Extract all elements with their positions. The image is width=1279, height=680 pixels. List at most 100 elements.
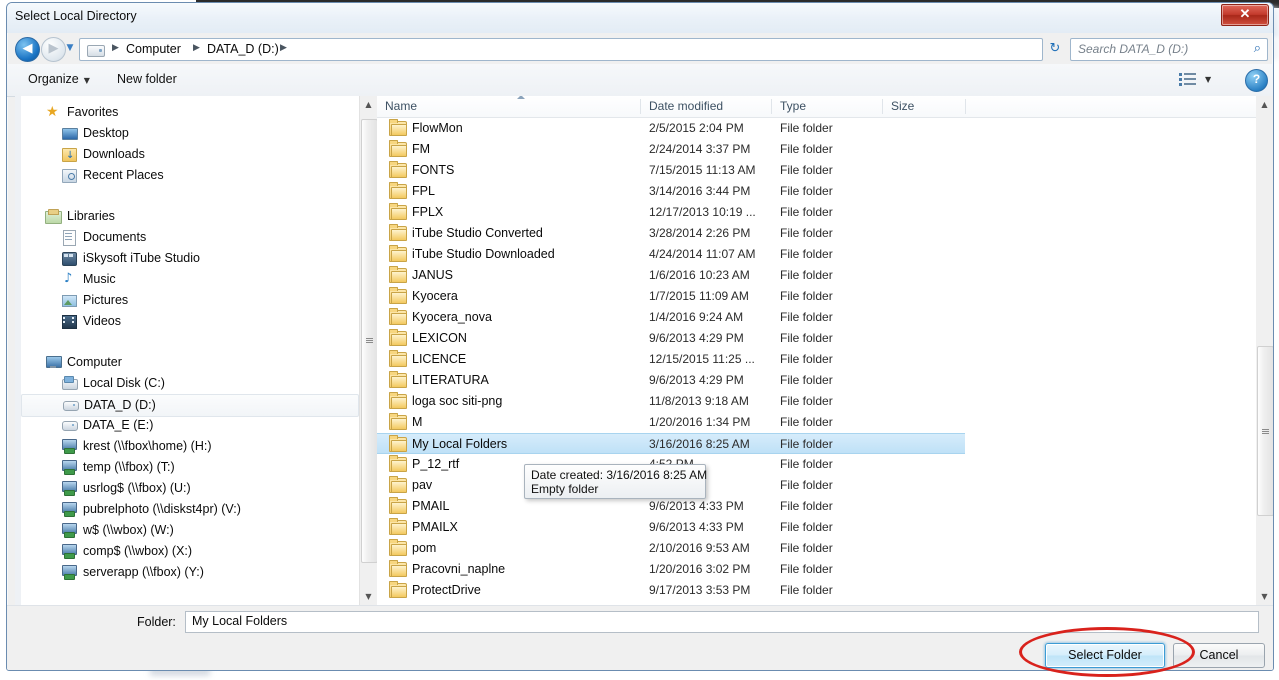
type-cell: File folder xyxy=(780,205,833,219)
sidebar-item-usrlog-fbox-u[interactable]: usrlog$ (\\fbox) (U:) xyxy=(21,478,359,499)
sidebar-item-temp-fbox-t[interactable]: temp (\\fbox) (T:) xyxy=(21,457,359,478)
table-row[interactable]: ProtectDrive9/17/2013 3:53 PMFile folder xyxy=(377,580,1256,601)
column-header-name[interactable]: Name xyxy=(385,99,417,113)
back-button[interactable]: ◀ xyxy=(15,37,40,62)
sidebar-scroll-up-arrow-icon[interactable]: ▲ xyxy=(360,96,377,113)
close-button[interactable]: ✕ xyxy=(1221,4,1269,26)
type-cell: File folder xyxy=(780,499,833,513)
file-name-cell: LITERATURA xyxy=(412,373,489,387)
sidebar-item-videos[interactable]: Videos xyxy=(21,311,359,332)
sidebar-item-iskysoft-itube-studio[interactable]: iSkysoft iTube Studio xyxy=(21,248,359,269)
sidebar-item-w-wbox-w[interactable]: w$ (\\wbox) (W:) xyxy=(21,520,359,541)
sidebar-group-libraries[interactable]: Libraries xyxy=(21,206,359,227)
view-mode-chevron-down-icon[interactable]: ▼ xyxy=(1205,75,1211,84)
sidebar-item-music[interactable]: ♪Music xyxy=(21,269,359,290)
help-button[interactable]: ? xyxy=(1245,69,1268,92)
date-modified-cell: 2/5/2015 2:04 PM xyxy=(649,121,744,135)
table-row[interactable]: PMAILX9/6/2013 4:33 PMFile folder xyxy=(377,517,1256,538)
sidebar-item-desktop[interactable]: Desktop xyxy=(21,123,359,144)
table-row[interactable]: P_12_rtf4:52 PMFile folder xyxy=(377,454,1256,475)
network-drive-icon xyxy=(61,543,77,559)
list-scroll-up-arrow-icon[interactable]: ▲ xyxy=(1256,96,1273,113)
sidebar-scrollbar[interactable]: ▲ ▼ xyxy=(359,96,377,605)
breadcrumb-separator-2[interactable]: ▶ xyxy=(280,43,287,53)
sidebar-item-comp-wbox-x[interactable]: comp$ (\\wbox) (X:) xyxy=(21,541,359,562)
table-row[interactable]: Kyocera_nova1/4/2016 9:24 AMFile folder xyxy=(377,307,1256,328)
refresh-icon[interactable]: ↻ xyxy=(1044,38,1066,59)
folder-icon xyxy=(389,499,405,512)
sidebar-scroll-down-arrow-icon[interactable]: ▼ xyxy=(360,588,377,605)
table-row[interactable]: FlowMon2/5/2015 2:04 PMFile folder xyxy=(377,118,1256,139)
recent-locations-chevron-down-icon[interactable]: ▼ xyxy=(64,43,76,53)
table-row[interactable]: LEXICON9/6/2013 4:29 PMFile folder xyxy=(377,328,1256,349)
cancel-button[interactable]: Cancel xyxy=(1173,643,1265,668)
sidebar-item-label: Documents xyxy=(83,230,146,244)
table-row[interactable]: M1/20/2016 1:34 PMFile folder xyxy=(377,412,1256,433)
sidebar-item-krest-fbox-home-h[interactable]: krest (\\fbox\home) (H:) xyxy=(21,436,359,457)
column-header-type[interactable]: Type xyxy=(780,99,806,113)
table-row[interactable]: iTube Studio Downloaded4/24/2014 11:07 A… xyxy=(377,244,1256,265)
date-modified-cell: 1/6/2016 10:23 AM xyxy=(649,268,750,282)
select-folder-button[interactable]: Select Folder xyxy=(1045,643,1165,668)
new-folder-button[interactable]: New folder xyxy=(117,72,177,86)
table-row[interactable]: Kyocera1/7/2015 11:09 AMFile folder xyxy=(377,286,1256,307)
table-row[interactable]: FPL3/14/2016 3:44 PMFile folder xyxy=(377,181,1256,202)
table-row[interactable]: FM2/24/2014 3:37 PMFile folder xyxy=(377,139,1256,160)
search-input[interactable]: Search DATA_D (D:) ⌕ xyxy=(1070,38,1268,61)
column-header-date-modified[interactable]: Date modified xyxy=(649,99,723,113)
table-row[interactable]: iTube Studio Converted3/28/2014 2:26 PMF… xyxy=(377,223,1256,244)
sidebar-group-computer[interactable]: Computer xyxy=(21,352,359,373)
table-row[interactable]: LITERATURA9/6/2013 4:29 PMFile folder xyxy=(377,370,1256,391)
list-scroll-down-arrow-icon[interactable]: ▼ xyxy=(1256,588,1273,605)
sidebar-scroll-grip xyxy=(366,338,373,343)
sidebar-item-recent-places[interactable]: Recent Places xyxy=(21,165,359,186)
sidebar-item-pictures[interactable]: Pictures xyxy=(21,290,359,311)
sidebar-item-label: temp (\\fbox) (T:) xyxy=(83,460,175,474)
sidebar-scroll-thumb[interactable] xyxy=(361,119,378,563)
table-row[interactable]: loga soc siti-png11/8/2013 9:18 AMFile f… xyxy=(377,391,1256,412)
breadcrumb-computer[interactable]: Computer xyxy=(126,42,181,56)
titlebar[interactable]: Select Local Directory ✕ xyxy=(7,3,1273,33)
table-row[interactable]: LICENCE12/15/2015 11:25 ...File folder xyxy=(377,349,1256,370)
organize-button[interactable]: Organize▼ xyxy=(24,70,96,92)
forward-button[interactable]: ▶ xyxy=(41,37,66,62)
sidebar-item-downloads[interactable]: ↓Downloads xyxy=(21,144,359,165)
sidebar-item-data-d-d[interactable]: DATA_D (D:) xyxy=(21,394,359,417)
table-row[interactable]: JANUS1/6/2016 10:23 AMFile folder xyxy=(377,265,1256,286)
date-modified-cell: 12/17/2013 10:19 ... xyxy=(649,205,756,219)
music-icon: ♪ xyxy=(61,271,77,287)
date-modified-cell: 1/4/2016 9:24 AM xyxy=(649,310,743,324)
table-row[interactable]: pav11:45 AMFile folder xyxy=(377,475,1256,496)
table-row[interactable]: Pracovni_naplne1/20/2016 3:02 PMFile fol… xyxy=(377,559,1256,580)
sidebar-item-data-e-e[interactable]: DATA_E (E:) xyxy=(21,415,359,436)
file-name-cell: pom xyxy=(412,541,436,555)
list-scroll-grip xyxy=(1262,429,1269,434)
network-drive-icon xyxy=(61,438,77,454)
sidebar-item-pubrelphoto-diskst4pr-v[interactable]: pubrelphoto (\\diskst4pr) (V:) xyxy=(21,499,359,520)
column-header-size[interactable]: Size xyxy=(891,99,914,113)
table-row[interactable]: PMAIL9/6/2013 4:33 PMFile folder xyxy=(377,496,1256,517)
sidebar-group-favorites[interactable]: ★Favorites xyxy=(21,102,359,123)
breadcrumb-separator-0[interactable]: ▶ xyxy=(112,43,119,53)
sidebar-item-local-disk-c[interactable]: Local Disk (C:) xyxy=(21,373,359,394)
list-scroll-thumb[interactable] xyxy=(1257,346,1274,516)
table-row[interactable]: FPLX12/17/2013 10:19 ...File folder xyxy=(377,202,1256,223)
date-modified-cell: 1/20/2016 1:34 PM xyxy=(649,415,750,429)
breadcrumb-data-d[interactable]: DATA_D (D:) xyxy=(207,42,279,56)
table-row[interactable]: My Local Folders3/16/2016 8:25 AMFile fo… xyxy=(377,433,965,454)
file-name-cell: Kyocera xyxy=(412,289,458,303)
address-bar[interactable]: ▶ Computer ▶ DATA_D (D:) ▶ ▼ xyxy=(79,38,1043,61)
date-modified-cell: 4/24/2014 11:07 AM xyxy=(649,247,756,261)
folder-icon xyxy=(389,478,405,491)
table-row[interactable]: pom2/10/2016 9:53 AMFile folder xyxy=(377,538,1256,559)
file-list-scrollbar[interactable]: ▲ ▼ xyxy=(1256,96,1273,605)
sidebar-item-documents[interactable]: Documents xyxy=(21,227,359,248)
videos-icon xyxy=(61,313,77,329)
view-mode-icon[interactable] xyxy=(1179,72,1199,88)
breadcrumb-separator-1[interactable]: ▶ xyxy=(193,43,200,53)
file-name-cell: LICENCE xyxy=(412,352,466,366)
recent-places-icon xyxy=(61,167,77,183)
sidebar-item-serverapp-fbox-y[interactable]: serverapp (\\fbox) (Y:) xyxy=(21,562,359,583)
folder-name-input[interactable]: My Local Folders xyxy=(185,611,1259,633)
table-row[interactable]: FONTS7/15/2015 11:13 AMFile folder xyxy=(377,160,1256,181)
